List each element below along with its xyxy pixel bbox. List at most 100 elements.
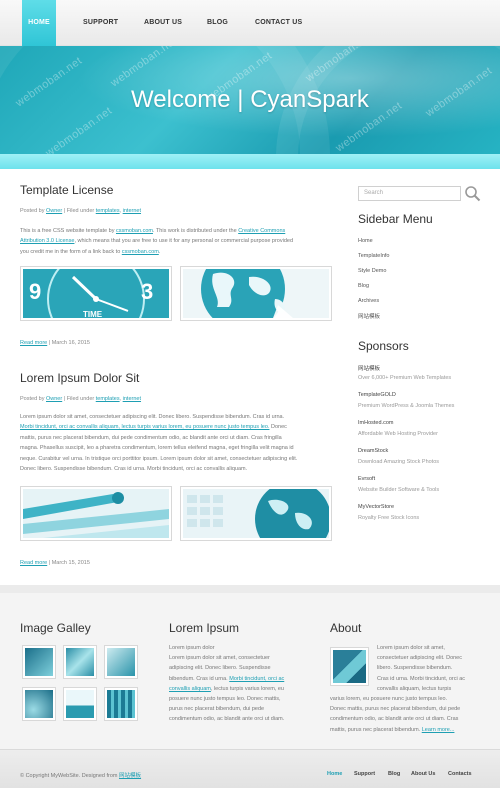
tag-link[interactable]: internet <box>123 208 141 214</box>
body-text: Donec <box>269 424 287 431</box>
text-line: varius lorem, eu posuere nunc justo temp… <box>330 696 448 702</box>
sponsor-desc: Download Amazing Stock Photos <box>358 459 440 465</box>
keyboard-image <box>183 489 329 538</box>
post-meta: Posted by Owner | Filed under templates,… <box>20 208 141 214</box>
body-text: This is a free CSS website template by <box>20 228 116 234</box>
lorem-text: Lorem ipsum dolor Lorem ipsum dolor sit … <box>169 643 329 725</box>
body-text: mattis, purus nec placerat bibendum, dui… <box>20 434 282 441</box>
tag-link[interactable]: templates <box>96 208 120 214</box>
lorem-link[interactable]: Morbi tincidunt, orci ac <box>229 676 284 682</box>
bottom-bar: © Copyright MyWebSite. Designed from 网站模… <box>0 749 500 788</box>
clock-image: 9 3 TIME <box>23 269 169 318</box>
svg-text:TIME: TIME <box>83 310 103 318</box>
text-line: convallis aliquam, lectus turpis <box>377 685 452 692</box>
gallery-thumb[interactable] <box>22 687 56 721</box>
sponsor-name[interactable]: MyVectorStore <box>358 504 394 510</box>
sponsor-name[interactable]: DreamStock <box>358 448 388 454</box>
nav-contact-us[interactable]: CONTACT US <box>255 0 302 46</box>
cssmoban-link[interactable]: cssmoban.com <box>116 228 153 234</box>
body-text: , which means that you are free to use i… <box>74 238 294 245</box>
lorem-title: Lorem Ipsum <box>169 621 240 635</box>
copyright-link[interactable]: 网站模板 <box>119 773 141 779</box>
search-input[interactable]: Search <box>358 186 461 201</box>
post-image-keyboard[interactable] <box>180 486 332 541</box>
nav-support[interactable]: SUPPORT <box>83 0 118 46</box>
lorem-link[interactable]: convallis aliquam <box>169 686 211 692</box>
post-meta: Posted by Owner | Filed under templates,… <box>20 396 141 402</box>
meta-text: Posted by <box>20 208 46 214</box>
sidebar-link-blog[interactable]: Blog <box>358 283 369 289</box>
body-text: . <box>158 248 161 255</box>
text-line: posuere nunc justo tempus leo. Donec mat… <box>169 696 281 703</box>
globe-image <box>183 269 329 318</box>
author-link[interactable]: Owner <box>46 396 62 402</box>
post-image-clock[interactable]: 9 3 TIME <box>20 266 172 321</box>
text-line: Donec mattis, purus nec placerat bibendu… <box>330 706 461 713</box>
about-thumb[interactable] <box>330 647 369 686</box>
sponsor-name[interactable]: ImHosted.com <box>358 420 393 426</box>
footer-link-contacts[interactable]: Contacts <box>448 771 472 777</box>
gallery-thumb[interactable] <box>63 687 97 721</box>
meta-text: Posted by <box>20 396 46 402</box>
meta-text: | Filed under <box>62 396 96 402</box>
svg-text:3: 3 <box>141 279 153 304</box>
watermark: webmoban.net <box>303 46 375 85</box>
text-line: mattis, purus nec placerat bibendum. <box>330 726 422 733</box>
gallery-thumb[interactable] <box>63 645 97 679</box>
text-line: adipiscing elit. Donec libero. Suspendis… <box>169 665 271 672</box>
nav-about-us[interactable]: ABOUT US <box>144 0 182 46</box>
sponsor-desc: Website Builder Software & Tools <box>358 487 440 493</box>
cc-link[interactable]: Attribution 3.0 License <box>20 238 74 244</box>
sidebar-menu-title: Sidebar Menu <box>358 212 433 226</box>
about-text-full: varius lorem, eu posuere nunc justo temp… <box>330 694 490 735</box>
body-link[interactable]: Morbi tincidunt, orci ac convallis aliqu… <box>20 424 269 430</box>
footer-link-blog[interactable]: Blog <box>388 771 400 777</box>
watermark: webmoban.net <box>333 99 405 154</box>
read-more-link[interactable]: Read more <box>20 560 47 566</box>
hero-banner: webmoban.net webmoban.net webmoban.net w… <box>0 46 500 154</box>
sponsor-name[interactable]: 网站模板 <box>358 364 380 372</box>
author-link[interactable]: Owner <box>46 208 62 214</box>
post-title[interactable]: Lorem Ipsum Dolor Sit <box>20 371 139 385</box>
sidebar-link-style-demo[interactable]: Style Demo <box>358 268 386 274</box>
body-text: neque. Curabitur vel urna. In tristique … <box>20 455 298 462</box>
sidebar-link-templateinfo[interactable]: TemplateInfo <box>358 253 390 259</box>
text-line: libero. Suspendisse bibendum. <box>377 665 453 672</box>
gallery-thumb[interactable] <box>104 645 138 679</box>
read-more-link[interactable]: Read more <box>20 340 47 346</box>
text-line: purus nec placerat bibendum, dui pede <box>169 706 265 713</box>
footer-link-home[interactable]: Home <box>327 771 342 777</box>
search-icon[interactable] <box>464 185 481 202</box>
sidebar-link-home[interactable]: Home <box>358 238 373 244</box>
svg-text:9: 9 <box>29 279 41 304</box>
sponsor-name[interactable]: TemplateGOLD <box>358 392 396 398</box>
meta-text: | Filed under <box>62 208 96 214</box>
nav-blog[interactable]: BLOG <box>207 0 228 46</box>
sponsor-desc: Premium WordPress & Joomla Themes <box>358 403 455 409</box>
gallery-thumb[interactable] <box>104 687 138 721</box>
sponsors-title: Sponsors <box>358 339 409 353</box>
sidebar-link-archives[interactable]: Archives <box>358 298 379 304</box>
body-text: . This work is distributed under the <box>152 228 239 234</box>
text-line: consectetuer adipiscing elit. Donec <box>377 655 462 662</box>
cssmoban-link[interactable]: cssmoban.com <box>122 249 159 255</box>
post-title[interactable]: Template License <box>20 183 113 197</box>
cc-link[interactable]: Creative Commons <box>238 228 285 234</box>
banner-title: Welcome | CyanSpark <box>131 86 369 113</box>
tag-link[interactable]: templates <box>96 396 120 402</box>
nav-home[interactable]: HOME <box>22 0 56 46</box>
post-image-tubes[interactable] <box>20 486 172 541</box>
tag-link[interactable]: internet <box>123 396 141 402</box>
gallery-thumb[interactable] <box>22 645 56 679</box>
footer-link-about-us[interactable]: About Us <box>411 771 435 777</box>
footer-link-support[interactable]: Support <box>354 771 375 777</box>
learn-more-link[interactable]: Learn more... <box>422 727 455 733</box>
gallery-title: Image Galley <box>20 621 91 635</box>
copyright-text: © Copyright MyWebSite. Designed from <box>20 773 120 779</box>
sidebar-link-templates[interactable]: 网站模板 <box>358 312 380 320</box>
post-image-globe[interactable] <box>180 266 332 321</box>
sponsor-name[interactable]: Evrsoft <box>358 476 375 482</box>
watermark: webmoban.net <box>423 64 495 120</box>
sponsor-desc: Affordable Web Hosting Provider <box>358 431 438 437</box>
top-navigation: HOME SUPPORT ABOUT US BLOG CONTACT US <box>0 0 500 46</box>
